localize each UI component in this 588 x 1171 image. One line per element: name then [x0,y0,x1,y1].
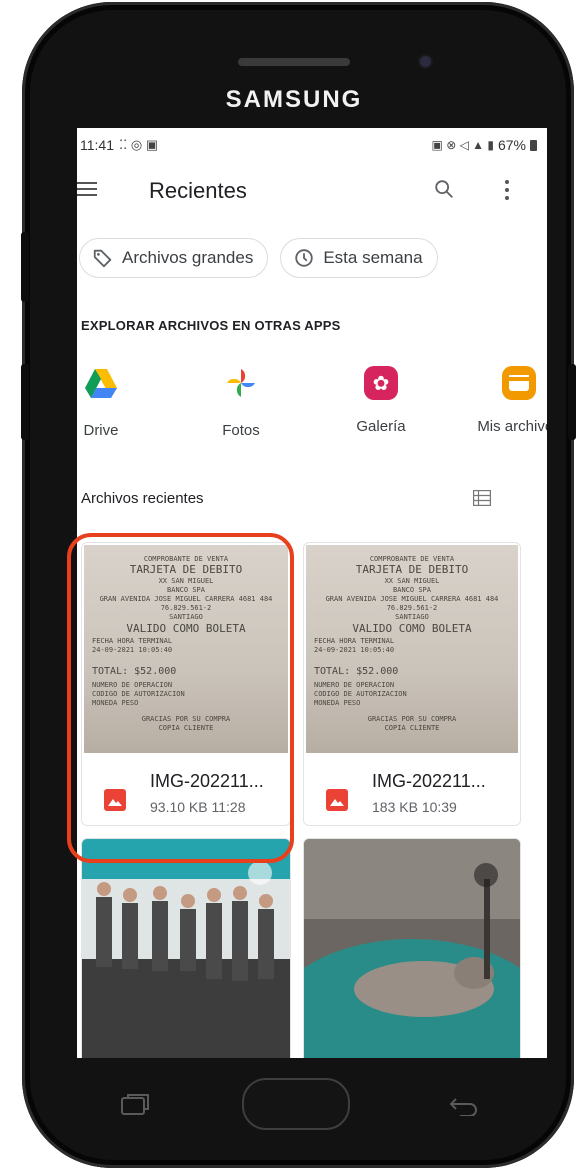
receipt-line: GRAN AVENIDA JOSE MIGUEL CARRERA 4681 48… [325,595,499,603]
app-label: Fotos [222,422,260,439]
search-icon[interactable] [433,178,455,200]
chip-label: Esta semana [323,248,423,267]
page-title: Recientes [149,178,247,203]
app-drive[interactable]: Drive [77,366,151,439]
gallery-icon: ✿ [364,366,398,400]
app-label: Drive [83,422,119,439]
receipt-line: BANCO SPA [393,586,431,594]
front-camera [420,56,431,67]
receipt-line: SANTIAGO [395,613,429,621]
status-icons: ▣ ⊗ ◁ ▲ ▮ [431,138,494,152]
app-label: Galería [356,418,406,435]
receipt-line: XX SAN MIGUEL [384,577,440,585]
receipt-thumbnail: COMPROBANTE DE VENTA TARJETA DE DEBITO X… [306,545,518,753]
chip-label: Archivos grandes [122,248,254,267]
receipt-line: CODIGO DE AUTORIZACION [314,690,407,698]
highlight-ring [67,533,294,863]
power-button [568,364,576,440]
app-galeria[interactable]: ✿ Galería [331,366,431,435]
photo-card[interactable] [303,838,521,1058]
group-photo-thumbnail [82,839,290,1058]
receipt-line: NUMERO DE OPERACION [314,681,395,689]
receipt-line: MONEDA PESO [314,699,361,707]
cat-photo-thumbnail [304,839,520,1058]
more-options-icon[interactable] [505,180,509,202]
recent-apps-key[interactable] [118,1092,152,1118]
history-icon [295,249,314,267]
tag-icon [93,249,112,268]
app-label: Mis archivos [477,418,547,435]
image-file-icon [326,789,348,811]
photo-card[interactable] [81,838,291,1058]
file-info: IMG-202211... 183 KB 10:39 [304,767,520,825]
status-time: 11:41 [80,137,114,153]
app-mis-archivos[interactable]: Mis archivos [469,366,547,435]
receipt-line: VALIDO COMO BOLETA [352,624,472,633]
receipt-line: COMPROBANTE DE VENTA [369,555,455,563]
file-meta: 183 KB 10:39 [372,799,457,815]
receipt-line: GRACIAS POR SU COMPRA [367,715,457,723]
file-name: IMG-202211... [372,771,486,791]
list-view-icon[interactable] [473,490,491,506]
back-key[interactable] [448,1094,480,1116]
app-bar: Recientes [77,162,547,220]
notification-icons: ⁚⁚ ◎ ▣ [119,137,159,152]
earpiece-speaker [238,58,350,66]
home-button[interactable] [242,1078,350,1130]
bixby-button [21,364,29,440]
receipt-line: FECHA HORA TERMINAL [314,637,395,645]
receipt-line: 76.829.561-2 [386,604,438,612]
receipt-line: COPIA CLIENTE [384,724,440,732]
receipt-line: TOTAL: $52.000 [314,667,399,676]
chip-esta-semana[interactable]: Esta semana [280,238,438,278]
filter-chips: Archivos grandes Esta semana [79,238,438,278]
drive-icon [85,369,117,398]
battery-icon [530,139,537,151]
battery-level: 67% [497,137,526,153]
brand-logo: SAMSUNG [225,86,363,113]
app-fotos[interactable]: Fotos [191,366,291,439]
menu-icon[interactable] [77,182,97,196]
apps-row: Drive Fotos ✿ Galería Mis archivos [77,366,547,456]
file-card[interactable]: COMPROBANTE DE VENTA TARJETA DE DEBITO X… [303,542,521,826]
receipt-line: 24-09-2021 10:05:40 [314,646,395,654]
photos-icon [227,369,255,397]
status-bar: 11:41 ⁚⁚ ◎ ▣ ▣ ⊗ ◁ ▲ ▮ 67% [77,128,547,162]
volume-button [21,232,29,302]
recent-files-title: Archivos recientes [81,490,204,507]
chip-archivos-grandes[interactable]: Archivos grandes [79,238,269,278]
explore-section-title: EXPLORAR ARCHIVOS EN OTRAS APPS [81,318,341,333]
my-files-icon [502,366,536,400]
receipt-line: TARJETA DE DEBITO [355,565,469,574]
